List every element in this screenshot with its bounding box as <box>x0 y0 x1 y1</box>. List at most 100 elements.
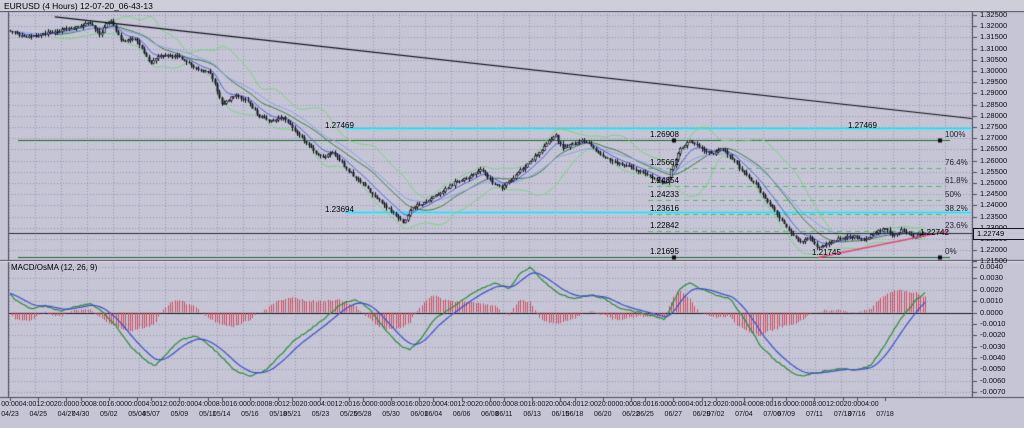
time-axis-label[interactable]: 20:00 <box>422 401 440 408</box>
price-axis-label[interactable]: 1.23500 <box>980 213 1007 221</box>
time-axis-label[interactable]: 20:00 <box>545 401 563 408</box>
price-axis-label[interactable]: 1.24000 <box>980 201 1007 209</box>
time-axis-label[interactable]: 16:00 <box>651 401 669 408</box>
time-axis-label[interactable]: 08:00 <box>809 401 827 408</box>
time-axis-label[interactable]: 00:00 <box>1 401 19 408</box>
macd-axis-label[interactable]: -0.0050 <box>980 365 1005 373</box>
date-axis-label[interactable]: 07/04 <box>735 411 753 418</box>
date-axis-label[interactable]: 05/28 <box>354 411 372 418</box>
time-axis-label[interactable]: 04:00 <box>861 401 879 408</box>
time-axis-label[interactable]: 20:00 <box>54 401 72 408</box>
time-axis-label[interactable]: 20:00 <box>177 401 195 408</box>
macd-axis-label[interactable]: -0.0010 <box>980 320 1005 328</box>
date-axis-label[interactable]: 05/16 <box>241 411 259 418</box>
time-axis-label[interactable]: 20:00 <box>300 401 318 408</box>
date-axis-label[interactable]: 06/13 <box>523 411 541 418</box>
macd-axis-label[interactable]: -0.0040 <box>980 354 1005 362</box>
date-axis-label[interactable]: 05/21 <box>283 411 301 418</box>
time-axis-label[interactable]: 08:00 <box>264 401 282 408</box>
time-axis-label[interactable]: 12:00 <box>159 401 177 408</box>
price-axis-label[interactable]: 1.31500 <box>980 33 1007 41</box>
time-axis-label[interactable]: 12:00 <box>703 401 721 408</box>
date-axis-label[interactable]: 06/11 <box>495 411 512 418</box>
time-axis-label[interactable]: 08:00 <box>756 401 774 408</box>
macd-axis-label[interactable]: 0.0020 <box>980 286 1003 294</box>
time-axis-label[interactable]: 00:00 <box>615 401 633 408</box>
time-axis-label[interactable]: 16:00 <box>773 401 791 408</box>
macd-axis-label[interactable]: 0.0030 <box>980 274 1003 282</box>
macd-axis-label[interactable]: -0.0030 <box>980 343 1005 351</box>
date-axis-label[interactable]: 07/18 <box>876 411 894 418</box>
date-axis-label[interactable]: 06/04 <box>425 411 443 418</box>
time-axis-label[interactable]: 16:00 <box>528 401 546 408</box>
chart-title-bar[interactable]: EURUSD (4 Hours) 12-07-20_06-43-13 <box>0 0 1024 12</box>
date-axis-label[interactable]: 07/02 <box>707 411 725 418</box>
date-axis-label[interactable]: 04/23 <box>1 411 19 418</box>
time-axis-label[interactable]: 04:00 <box>563 401 581 408</box>
price-axis-label[interactable]: 1.32500 <box>980 11 1007 19</box>
time-axis-label[interactable]: 04:00 <box>19 401 37 408</box>
time-axis-label[interactable]: 20:00 <box>475 401 493 408</box>
date-axis-label[interactable]: 05/07 <box>142 411 160 418</box>
time-axis-label[interactable]: 00:00 <box>71 401 89 408</box>
time-axis-label[interactable]: 04:00 <box>686 401 704 408</box>
time-axis-label[interactable]: 00:00 <box>124 401 142 408</box>
macd-axis-label[interactable]: -0.0070 <box>980 388 1005 396</box>
time-axis-label[interactable]: 12:00 <box>580 401 598 408</box>
price-axis-label[interactable]: 1.25500 <box>980 168 1007 176</box>
time-axis-label[interactable]: 20:00 <box>721 401 739 408</box>
date-axis-label[interactable]: 06/20 <box>594 411 612 418</box>
time-axis-label[interactable]: 16:00 <box>352 401 370 408</box>
date-axis-label[interactable]: 05/23 <box>312 411 330 418</box>
time-axis-label[interactable]: 20:00 <box>844 401 862 408</box>
date-axis-label[interactable]: 06/18 <box>566 411 584 418</box>
date-axis-label[interactable]: 07/09 <box>777 411 795 418</box>
price-axis-label[interactable]: 1.22000 <box>980 246 1007 254</box>
price-axis-label[interactable]: 1.27500 <box>980 123 1007 131</box>
time-axis-label[interactable]: 12:00 <box>335 401 353 408</box>
date-axis-label[interactable]: 04/25 <box>29 411 47 418</box>
time-axis-label[interactable]: 00:00 <box>247 401 265 408</box>
time-axis-label[interactable]: 12:00 <box>282 401 300 408</box>
date-axis-label[interactable]: 05/09 <box>171 411 189 418</box>
date-axis-label[interactable]: 04/30 <box>72 411 90 418</box>
price-axis-label[interactable]: 1.28000 <box>980 112 1007 120</box>
time-axis-label[interactable]: 04:00 <box>142 401 160 408</box>
time-axis-label[interactable]: 04:00 <box>317 401 335 408</box>
price-axis-label[interactable]: 1.26500 <box>980 145 1007 153</box>
time-axis-label[interactable]: 04:00 <box>194 401 212 408</box>
price-axis-label[interactable]: 1.28500 <box>980 101 1007 109</box>
date-axis-label[interactable]: 07/11 <box>806 411 823 418</box>
macd-axis-label[interactable]: -0.0020 <box>980 331 1005 339</box>
price-axis-label[interactable]: 1.26000 <box>980 157 1007 165</box>
date-axis-label[interactable]: 07/16 <box>848 411 866 418</box>
date-axis-label[interactable]: 05/30 <box>382 411 400 418</box>
price-axis-label[interactable]: 1.27000 <box>980 134 1007 142</box>
time-axis-label[interactable]: 12:00 <box>826 401 844 408</box>
time-axis-label[interactable]: 00:00 <box>668 401 686 408</box>
price-axis-label[interactable]: 1.25000 <box>980 179 1007 187</box>
time-axis-label[interactable]: 16:00 <box>107 401 125 408</box>
price-axis-label[interactable]: 1.30500 <box>980 56 1007 64</box>
time-axis-label[interactable]: 08:00 <box>510 401 528 408</box>
time-axis-label[interactable]: 20:00 <box>598 401 616 408</box>
date-axis-label[interactable]: 06/06 <box>453 411 471 418</box>
time-axis-label[interactable]: 08:00 <box>387 401 405 408</box>
time-axis-label[interactable]: 16:00 <box>229 401 247 408</box>
time-axis-label[interactable]: 12:00 <box>458 401 476 408</box>
macd-axis-label[interactable]: 0.0010 <box>980 297 1003 305</box>
date-axis-label[interactable]: 06/25 <box>636 411 654 418</box>
price-axis-label[interactable]: 1.32000 <box>980 22 1007 30</box>
time-axis-label[interactable]: 12:00 <box>36 401 54 408</box>
time-axis-label[interactable]: 08:00 <box>89 401 107 408</box>
time-axis-label[interactable]: 00:00 <box>791 401 809 408</box>
price-chart-canvas[interactable] <box>0 0 1024 428</box>
price-axis-label[interactable]: 1.29500 <box>980 78 1007 86</box>
time-axis-label[interactable]: 04:00 <box>440 401 458 408</box>
date-axis-label[interactable]: 05/14 <box>213 411 231 418</box>
time-axis-label[interactable]: 08:00 <box>212 401 230 408</box>
macd-axis-label[interactable]: 0.0040 <box>980 263 1003 271</box>
price-axis-label[interactable]: 1.30000 <box>980 67 1007 75</box>
time-axis-label[interactable]: 00:00 <box>370 401 388 408</box>
date-axis-label[interactable]: 06/27 <box>665 411 683 418</box>
